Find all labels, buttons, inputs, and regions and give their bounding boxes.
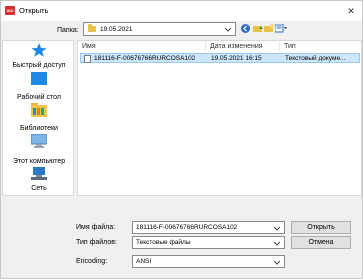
filetype-value: Текстовые файлы	[136, 239, 191, 246]
view-menu-icon[interactable]	[274, 23, 287, 33]
place-label: Библиотеки	[20, 125, 58, 132]
place-label: Этот компьютер	[12, 158, 66, 165]
filename-label: Имя файла:	[76, 224, 116, 231]
open-dialog: AIO Открыть ✕ Папка: 19.05.2021 Быстрый …	[0, 0, 363, 279]
column-divider[interactable]	[205, 42, 206, 51]
folder-icon	[88, 24, 96, 32]
new-folder-icon[interactable]	[264, 24, 274, 33]
encoding-label: Encoding:	[76, 258, 108, 265]
window-title: Открыть	[19, 6, 49, 15]
encoding-dropdown[interactable]: ANSI	[132, 255, 285, 268]
folder-dropdown[interactable]: 19.05.2021	[83, 22, 236, 36]
text-file-icon	[84, 55, 91, 63]
place-label: Рабочий стол	[17, 94, 61, 101]
chevron-down-icon[interactable]	[272, 223, 282, 233]
place-label: Быстрый доступ	[12, 62, 66, 69]
cancel-button[interactable]: Отмена	[291, 236, 351, 249]
places-bar: Быстрый доступ Рабочий стол Библиотеки Э…	[2, 40, 74, 196]
filename-field[interactable]: 181116-F-00676766RURCOSA102	[132, 221, 285, 234]
file-name: 181116-F-00676766RURCOSA102	[94, 55, 196, 62]
up-folder-icon[interactable]	[253, 24, 263, 33]
filetype-dropdown[interactable]: Текстовые файлы	[132, 236, 285, 249]
column-divider[interactable]	[279, 42, 280, 51]
place-label: Сеть	[31, 185, 47, 192]
libraries-icon	[31, 103, 47, 117]
desktop-icon	[31, 72, 47, 85]
chevron-down-icon	[224, 27, 232, 32]
chevron-down-icon	[273, 241, 281, 246]
computer-icon	[31, 134, 47, 148]
app-logo-icon: AIO	[5, 6, 15, 15]
close-icon[interactable]: ✕	[343, 3, 359, 19]
back-icon[interactable]	[241, 24, 250, 33]
open-button[interactable]: Открыть	[291, 221, 351, 234]
star-icon	[31, 43, 47, 57]
title-bar: AIO Открыть ✕	[1, 1, 362, 21]
column-header-date[interactable]: Дата изменения	[210, 43, 263, 50]
folder-label: Папка:	[57, 27, 79, 34]
network-icon	[31, 167, 47, 180]
column-header-type[interactable]: Тип	[284, 43, 296, 50]
filename-value: 181116-F-00676766RURCOSA102	[136, 224, 238, 231]
folder-value: 19.05.2021	[100, 26, 133, 33]
filetype-label: Тип файлов:	[76, 239, 117, 246]
file-row[interactable]: 181116-F-00676766RURCOSA102 19.05.2021 1…	[80, 53, 360, 63]
file-date: 19.05.2021 16:15	[211, 55, 262, 62]
column-header-name[interactable]: Имя	[82, 43, 96, 50]
encoding-value: ANSI	[136, 258, 152, 265]
chevron-down-icon	[273, 260, 281, 265]
file-list: Имя Дата изменения Тип 181116-F-00676766…	[77, 40, 362, 196]
file-type: Текстовый докуме...	[285, 55, 346, 62]
